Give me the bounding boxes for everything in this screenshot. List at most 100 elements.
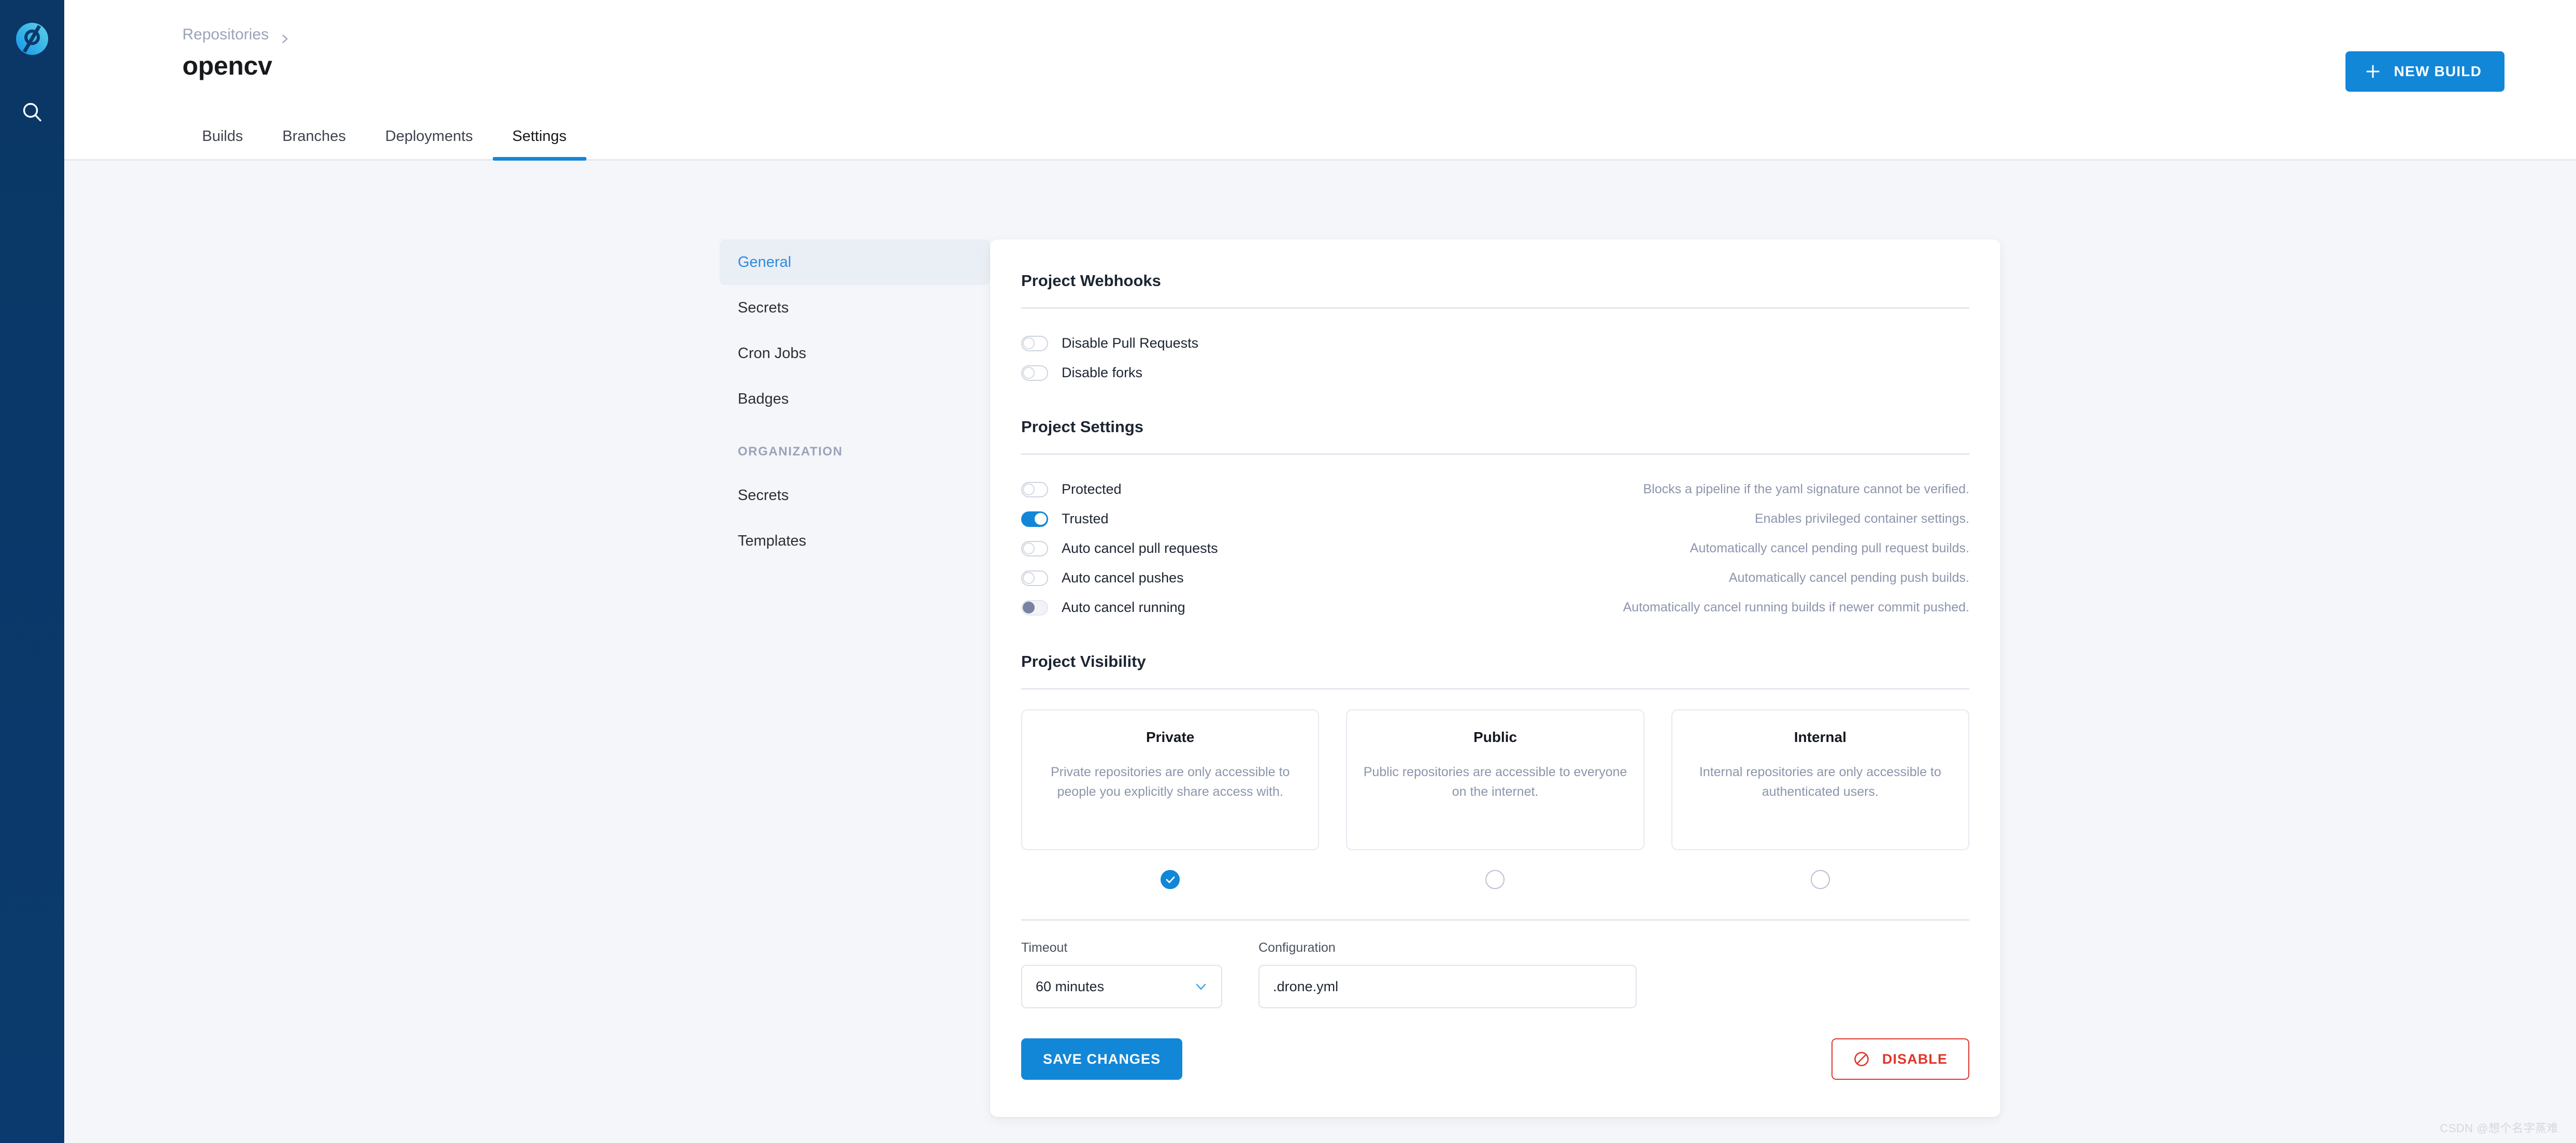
visibility-option: Private Private repositories are only acc… — [1021, 709, 1320, 889]
setting-row: Trusted Enables privileged container sett… — [1021, 504, 1969, 534]
settings-nav-item-badges[interactable]: Badges — [720, 376, 990, 422]
setting-description: Enables privileged container settings. — [1754, 511, 1969, 526]
toggle-knob — [1023, 572, 1035, 584]
setting-row-left: Trusted — [1021, 511, 1109, 527]
page-title: opencv — [182, 51, 273, 80]
webhooks-section-title: Project Webhooks — [1021, 272, 1161, 290]
visibility-card-title: Internal — [1794, 729, 1847, 745]
visibility-radio-row — [1346, 870, 1644, 889]
toggle-auto-cancel-pushes[interactable] — [1021, 570, 1048, 586]
setting-row-left: Auto cancel pull requests — [1021, 540, 1218, 556]
timeout-label: Timeout — [1021, 940, 1068, 955]
toggle-auto-cancel-pull-requests[interactable] — [1021, 540, 1048, 556]
new-build-label: NEW BUILD — [2394, 63, 2482, 79]
check-icon — [1165, 874, 1176, 885]
setting-row-left: Auto cancel running — [1021, 599, 1185, 616]
project-settings-toggle-list: Protected Blocks a pipeline if the yaml s… — [1021, 475, 1969, 622]
toggle-disable-pull-requests[interactable] — [1021, 335, 1048, 351]
setting-label: Auto cancel pull requests — [1062, 540, 1218, 556]
page-content: General Secrets Cron Jobs Badges ORGANIZATIO… — [64, 161, 2576, 1143]
tab-deployments[interactable]: Deployments — [366, 114, 493, 159]
disable-label: DISABLE — [1882, 1051, 1948, 1067]
visibility-radio-public[interactable] — [1485, 870, 1505, 889]
plus-icon — [2365, 64, 2381, 79]
watermark: CSDN @想个名字蒸难 — [2440, 1122, 2558, 1135]
section-divider — [1021, 307, 1969, 309]
visibility-card-description: Internal repositories are only accessibl… — [1699, 765, 1941, 799]
configuration-label: Configuration — [1258, 940, 1336, 955]
configuration-input[interactable]: .drone.yml — [1258, 965, 1637, 1008]
disable-button[interactable]: DISABLE — [1831, 1038, 1969, 1080]
tab-label: Branches — [282, 128, 346, 145]
setting-row: Auto cancel pushes Automatically cancel p… — [1021, 563, 1969, 593]
tab-builds[interactable]: Builds — [182, 114, 263, 159]
setting-description: Automatically cancel pending pull reques… — [1690, 541, 1969, 555]
visibility-radio-row — [1021, 870, 1319, 889]
settings-card: Project Webhooks Disable Pull Requests Di… — [990, 239, 2000, 1117]
visibility-option: Public Public repositories are accessible… — [1346, 709, 1644, 889]
timeout-select[interactable]: 60 minutes — [1021, 965, 1222, 1008]
configuration-value: .drone.yml — [1273, 978, 1339, 994]
drone-logo-icon[interactable] — [15, 22, 49, 56]
settings-nav-item-secrets[interactable]: Secrets — [720, 285, 990, 331]
section-divider — [1021, 453, 1969, 455]
timeout-value: 60 minutes — [1036, 978, 1105, 994]
settings-nav-item-general[interactable]: General — [720, 239, 990, 285]
tab-label: Builds — [202, 128, 243, 145]
setting-row: Auto cancel pull requests Automatically c… — [1021, 534, 1969, 563]
setting-row: Auto cancel running Automatically cancel … — [1021, 593, 1969, 622]
settings-nav-org-item-secrets[interactable]: Secrets — [720, 473, 990, 518]
setting-row-left: Disable forks — [1021, 365, 1142, 381]
visibility-card-public[interactable]: Public Public repositories are accessible… — [1346, 709, 1644, 850]
new-build-button[interactable]: NEW BUILD — [2345, 51, 2505, 92]
webhooks-toggle-list: Disable Pull Requests Disable forks — [1021, 328, 1969, 388]
visibility-card-private[interactable]: Private Private repositories are only acc… — [1021, 709, 1320, 850]
settings-footer: SAVE CHANGES DISABLE — [1021, 1038, 1969, 1080]
settings-nav-item-cron-jobs[interactable]: Cron Jobs — [720, 331, 990, 376]
setting-description: Automatically cancel running builds if n… — [1623, 600, 1969, 615]
settings-nav-org-item-templates[interactable]: Templates — [720, 518, 990, 564]
ban-icon — [1853, 1051, 1870, 1067]
chevron-down-icon — [1194, 980, 1208, 993]
toggle-knob — [1023, 483, 1035, 495]
breadcrumb-repositories-link[interactable]: Repositories — [182, 26, 269, 44]
toggle-protected[interactable] — [1021, 481, 1048, 497]
chevron-right-icon — [280, 30, 290, 44]
settings-form-row: Timeout 60 minutes Configuration .drone.… — [1021, 940, 1969, 1008]
repo-tabbar: Builds Branches Deployments Settings — [64, 114, 2576, 161]
setting-row: Protected Blocks a pipeline if the yaml s… — [1021, 475, 1969, 504]
section-divider — [1021, 688, 1969, 690]
visibility-card-internal[interactable]: Internal Internal repositories are only a… — [1671, 709, 1969, 850]
visibility-radio-internal[interactable] — [1810, 870, 1830, 889]
setting-label: Disable forks — [1062, 365, 1143, 380]
toggle-knob — [1035, 512, 1047, 525]
setting-label: Trusted — [1062, 511, 1109, 526]
tab-branches[interactable]: Branches — [263, 114, 366, 159]
setting-label: Auto cancel running — [1062, 599, 1185, 615]
nav-section-organization-label: ORGANIZATION — [738, 445, 843, 459]
visibility-card-title: Public — [1473, 729, 1517, 745]
tab-label: Deployments — [385, 128, 473, 145]
left-rail — [0, 0, 64, 1143]
visibility-card-title: Private — [1146, 729, 1195, 745]
toggle-disable-forks[interactable] — [1021, 365, 1048, 381]
tab-settings[interactable]: Settings — [492, 114, 586, 161]
visibility-radio-private[interactable] — [1161, 870, 1180, 889]
setting-description: Automatically cancel pending push builds… — [1728, 570, 1969, 585]
toggle-knob — [1023, 542, 1035, 554]
setting-label: Auto cancel pushes — [1062, 570, 1184, 585]
visibility-card-description: Private repositories are only accessible… — [1051, 765, 1290, 799]
toggle-trusted[interactable] — [1021, 511, 1048, 527]
setting-row-left: Disable Pull Requests — [1021, 335, 1198, 351]
save-changes-button[interactable]: SAVE CHANGES — [1021, 1038, 1183, 1080]
search-icon[interactable] — [20, 101, 44, 124]
toggle-knob — [1023, 601, 1035, 613]
toggle-auto-cancel-running[interactable] — [1021, 599, 1048, 616]
breadcrumb: Repositories — [182, 26, 290, 44]
setting-row-left: Auto cancel pushes — [1021, 570, 1184, 586]
visibility-card-description: Public repositories are accessible to ev… — [1363, 765, 1627, 799]
